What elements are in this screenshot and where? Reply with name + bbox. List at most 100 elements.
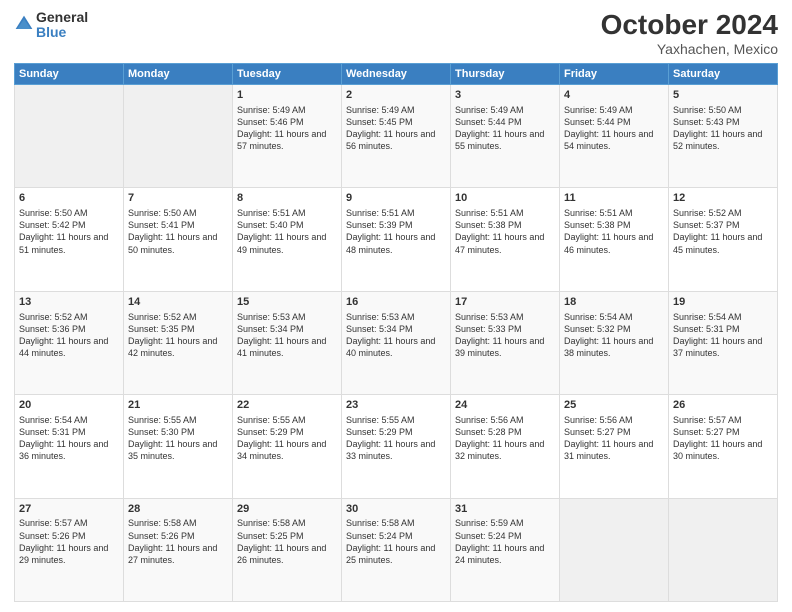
day-sunrise: Sunrise: 5:51 AM [346, 207, 446, 219]
day-number: 11 [564, 191, 664, 206]
day-sunset: Sunset: 5:30 PM [128, 426, 228, 438]
day-number: 12 [673, 191, 773, 206]
calendar-cell: 28 Sunrise: 5:58 AM Sunset: 5:26 PM Dayl… [124, 498, 233, 601]
title-section: October 2024 Yaxhachen, Mexico [601, 10, 778, 57]
day-sunset: Sunset: 5:43 PM [673, 116, 773, 128]
col-tuesday: Tuesday [233, 63, 342, 84]
calendar-week-4: 20 Sunrise: 5:54 AM Sunset: 5:31 PM Dayl… [15, 395, 778, 498]
logo-icon [14, 14, 34, 34]
day-number: 15 [237, 295, 337, 310]
header: General Blue October 2024 Yaxhachen, Mex… [14, 10, 778, 57]
calendar-cell: 30 Sunrise: 5:58 AM Sunset: 5:24 PM Dayl… [342, 498, 451, 601]
calendar-cell: 27 Sunrise: 5:57 AM Sunset: 5:26 PM Dayl… [15, 498, 124, 601]
logo: General Blue [14, 10, 88, 41]
day-sunset: Sunset: 5:35 PM [128, 323, 228, 335]
day-sunset: Sunset: 5:46 PM [237, 116, 337, 128]
day-daylight: Daylight: 11 hours and 24 minutes. [455, 542, 555, 566]
calendar-cell: 21 Sunrise: 5:55 AM Sunset: 5:30 PM Dayl… [124, 395, 233, 498]
day-daylight: Daylight: 11 hours and 35 minutes. [128, 438, 228, 462]
calendar-cell: 5 Sunrise: 5:50 AM Sunset: 5:43 PM Dayli… [669, 84, 778, 187]
day-sunrise: Sunrise: 5:51 AM [564, 207, 664, 219]
day-sunset: Sunset: 5:34 PM [237, 323, 337, 335]
day-number: 20 [19, 398, 119, 413]
day-sunrise: Sunrise: 5:59 AM [455, 517, 555, 529]
calendar-cell: 17 Sunrise: 5:53 AM Sunset: 5:33 PM Dayl… [451, 291, 560, 394]
day-sunset: Sunset: 5:39 PM [346, 219, 446, 231]
day-sunset: Sunset: 5:42 PM [19, 219, 119, 231]
day-daylight: Daylight: 11 hours and 56 minutes. [346, 128, 446, 152]
day-sunset: Sunset: 5:26 PM [19, 530, 119, 542]
day-number: 2 [346, 88, 446, 103]
day-daylight: Daylight: 11 hours and 31 minutes. [564, 438, 664, 462]
day-sunrise: Sunrise: 5:58 AM [346, 517, 446, 529]
calendar-cell: 25 Sunrise: 5:56 AM Sunset: 5:27 PM Dayl… [560, 395, 669, 498]
day-sunset: Sunset: 5:45 PM [346, 116, 446, 128]
day-number: 22 [237, 398, 337, 413]
day-number: 23 [346, 398, 446, 413]
col-thursday: Thursday [451, 63, 560, 84]
day-number: 16 [346, 295, 446, 310]
day-daylight: Daylight: 11 hours and 38 minutes. [564, 335, 664, 359]
col-saturday: Saturday [669, 63, 778, 84]
calendar-cell [124, 84, 233, 187]
logo-general: General [36, 10, 88, 25]
day-sunset: Sunset: 5:32 PM [564, 323, 664, 335]
day-number: 28 [128, 502, 228, 517]
calendar-cell: 1 Sunrise: 5:49 AM Sunset: 5:46 PM Dayli… [233, 84, 342, 187]
day-daylight: Daylight: 11 hours and 45 minutes. [673, 231, 773, 255]
day-number: 7 [128, 191, 228, 206]
day-daylight: Daylight: 11 hours and 48 minutes. [346, 231, 446, 255]
calendar-week-3: 13 Sunrise: 5:52 AM Sunset: 5:36 PM Dayl… [15, 291, 778, 394]
day-sunrise: Sunrise: 5:50 AM [19, 207, 119, 219]
col-sunday: Sunday [15, 63, 124, 84]
day-daylight: Daylight: 11 hours and 46 minutes. [564, 231, 664, 255]
day-sunset: Sunset: 5:37 PM [673, 219, 773, 231]
day-daylight: Daylight: 11 hours and 50 minutes. [128, 231, 228, 255]
day-daylight: Daylight: 11 hours and 25 minutes. [346, 542, 446, 566]
day-daylight: Daylight: 11 hours and 49 minutes. [237, 231, 337, 255]
day-number: 26 [673, 398, 773, 413]
day-sunrise: Sunrise: 5:58 AM [237, 517, 337, 529]
day-sunrise: Sunrise: 5:51 AM [455, 207, 555, 219]
day-number: 29 [237, 502, 337, 517]
calendar-cell: 14 Sunrise: 5:52 AM Sunset: 5:35 PM Dayl… [124, 291, 233, 394]
day-daylight: Daylight: 11 hours and 51 minutes. [19, 231, 119, 255]
day-sunset: Sunset: 5:24 PM [346, 530, 446, 542]
calendar-cell [15, 84, 124, 187]
day-daylight: Daylight: 11 hours and 30 minutes. [673, 438, 773, 462]
day-number: 27 [19, 502, 119, 517]
day-sunrise: Sunrise: 5:56 AM [564, 414, 664, 426]
day-daylight: Daylight: 11 hours and 47 minutes. [455, 231, 555, 255]
day-sunset: Sunset: 5:44 PM [564, 116, 664, 128]
calendar-cell: 29 Sunrise: 5:58 AM Sunset: 5:25 PM Dayl… [233, 498, 342, 601]
calendar-cell: 18 Sunrise: 5:54 AM Sunset: 5:32 PM Dayl… [560, 291, 669, 394]
col-wednesday: Wednesday [342, 63, 451, 84]
day-daylight: Daylight: 11 hours and 42 minutes. [128, 335, 228, 359]
day-sunset: Sunset: 5:26 PM [128, 530, 228, 542]
day-daylight: Daylight: 11 hours and 34 minutes. [237, 438, 337, 462]
day-sunrise: Sunrise: 5:49 AM [564, 104, 664, 116]
day-daylight: Daylight: 11 hours and 40 minutes. [346, 335, 446, 359]
day-daylight: Daylight: 11 hours and 29 minutes. [19, 542, 119, 566]
day-sunset: Sunset: 5:40 PM [237, 219, 337, 231]
day-number: 17 [455, 295, 555, 310]
day-sunrise: Sunrise: 5:49 AM [237, 104, 337, 116]
calendar-cell: 26 Sunrise: 5:57 AM Sunset: 5:27 PM Dayl… [669, 395, 778, 498]
day-sunset: Sunset: 5:38 PM [564, 219, 664, 231]
day-number: 3 [455, 88, 555, 103]
day-sunset: Sunset: 5:34 PM [346, 323, 446, 335]
day-sunset: Sunset: 5:24 PM [455, 530, 555, 542]
day-daylight: Daylight: 11 hours and 26 minutes. [237, 542, 337, 566]
day-daylight: Daylight: 11 hours and 52 minutes. [673, 128, 773, 152]
day-number: 5 [673, 88, 773, 103]
logo-text: General Blue [36, 10, 88, 41]
day-sunset: Sunset: 5:27 PM [673, 426, 773, 438]
day-sunrise: Sunrise: 5:57 AM [19, 517, 119, 529]
calendar-cell: 6 Sunrise: 5:50 AM Sunset: 5:42 PM Dayli… [15, 188, 124, 291]
day-sunrise: Sunrise: 5:58 AM [128, 517, 228, 529]
day-sunrise: Sunrise: 5:53 AM [346, 311, 446, 323]
day-daylight: Daylight: 11 hours and 32 minutes. [455, 438, 555, 462]
calendar-cell: 19 Sunrise: 5:54 AM Sunset: 5:31 PM Dayl… [669, 291, 778, 394]
day-number: 21 [128, 398, 228, 413]
calendar-cell: 3 Sunrise: 5:49 AM Sunset: 5:44 PM Dayli… [451, 84, 560, 187]
